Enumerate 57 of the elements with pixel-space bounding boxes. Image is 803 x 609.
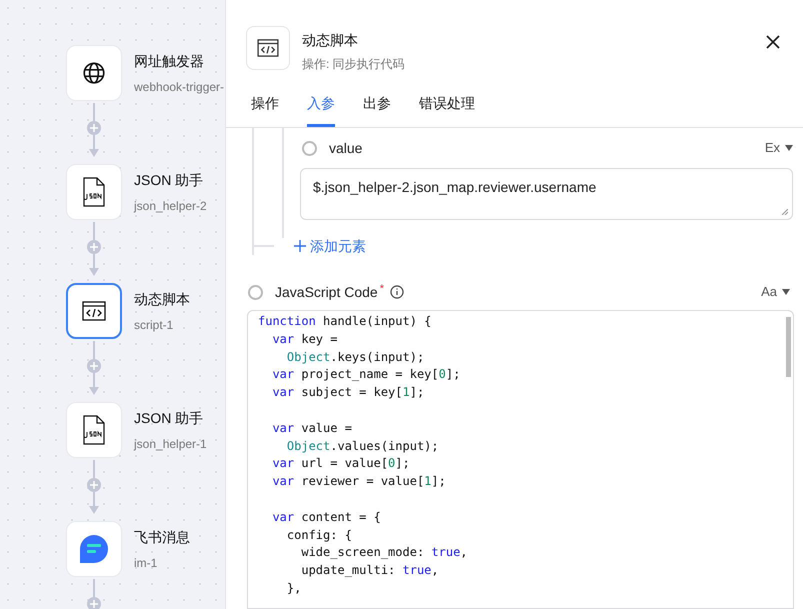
caret-down-icon	[785, 145, 793, 151]
code-editor[interactable]	[247, 310, 794, 609]
connector-drawing	[87, 341, 101, 395]
node-id: json_helper-1	[134, 436, 207, 453]
info-icon	[390, 285, 404, 299]
caret-down-icon	[782, 289, 790, 295]
scrollbar-thumb[interactable]	[786, 317, 791, 377]
code-line: var content = {	[271, 508, 381, 526]
code-line: function handle(input) {	[258, 313, 432, 330]
json-file-icon	[81, 415, 107, 445]
chat-bubble-icon	[79, 534, 109, 564]
value-input-field[interactable]: $.json_helper-2.json_map.reviewer.username	[300, 168, 793, 220]
node-title: JSON 助手	[134, 409, 204, 428]
resize-handle-icon	[782, 209, 788, 215]
plus-icon	[294, 240, 306, 252]
code-line: update_multi: true,	[300, 562, 439, 580]
code-line: Object.values(input);	[286, 438, 439, 455]
code-line: var key =	[271, 330, 338, 348]
code-window-icon	[82, 301, 106, 321]
code-line: Object.keys(input);	[286, 348, 424, 366]
add-element-button[interactable]: 添加元素	[294, 236, 366, 256]
panel-tab[interactable]: 入参	[307, 93, 335, 127]
node-id: im-1	[134, 555, 158, 572]
code-line: var value =	[271, 420, 352, 437]
code-line: var project_name = key[0];	[271, 366, 460, 384]
required-mark: *	[380, 282, 384, 297]
panel-tab[interactable]: 错误处理	[419, 93, 475, 127]
node-title: 动态脚本	[134, 290, 190, 309]
connector-drawing	[87, 103, 101, 157]
flow-node[interactable]	[66, 283, 122, 339]
node-id: webhook-trigger-	[134, 79, 224, 96]
field-label: JavaScript Code	[275, 282, 378, 302]
panel-title: 动态脚本	[302, 31, 359, 50]
connector-drawing	[87, 460, 101, 514]
node-id: script-1	[134, 317, 174, 334]
panel-tab[interactable]: 出参	[363, 93, 391, 127]
node-title: 网址触发器	[134, 52, 205, 71]
radio-button[interactable]	[302, 140, 317, 156]
code-line: wide_screen_mode: true,	[300, 544, 468, 562]
node-title: JSON 助手	[134, 171, 204, 190]
mode-dropdown[interactable]: Ex	[764, 138, 793, 158]
mode-dropdown[interactable]: Aa	[761, 282, 790, 302]
node-title: 飞书消息	[134, 528, 190, 547]
globe-icon	[81, 60, 107, 86]
code-window-icon	[257, 39, 279, 57]
connector-drawing	[87, 222, 101, 276]
radio-button[interactable]	[248, 284, 263, 300]
code-line: },	[286, 580, 302, 597]
code-line: var subject = key[1];	[271, 384, 424, 402]
panel-tab[interactable]: 操作	[251, 93, 279, 127]
code-line: var url = value[0];	[271, 455, 410, 472]
code-line: var reviewer = value[1];	[271, 473, 446, 490]
field-label: value	[329, 138, 362, 158]
json-file-icon	[81, 177, 107, 207]
panel-subtitle: 操作: 同步执行代码	[302, 56, 405, 73]
node-id: json_helper-2	[134, 198, 207, 215]
code-line: config: {	[286, 526, 352, 544]
